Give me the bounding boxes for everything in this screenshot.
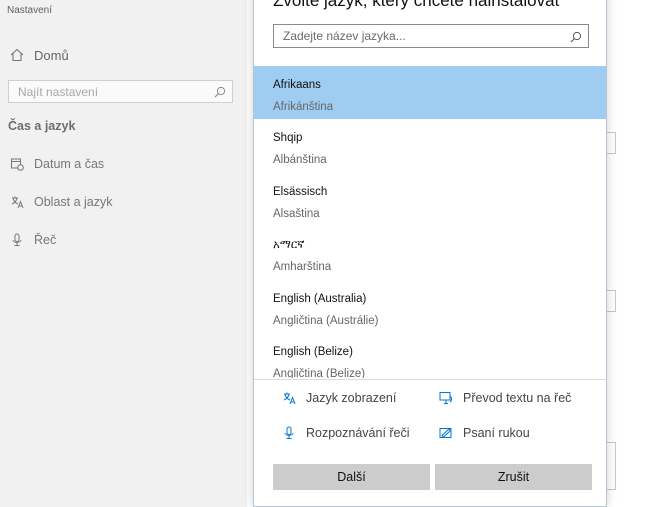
nav-home-label: Domů [34,47,69,63]
sidebar-item-datum-a-cas[interactable]: Datum a čas [8,154,104,174]
settings-search-input[interactable] [9,81,199,102]
language-czech-name: Albánština [273,154,327,167]
divider [254,379,606,380]
feature-display-language: Jazyk zobrazení [281,390,396,406]
microphone-icon [281,425,297,441]
settings-search[interactable] [8,80,233,103]
next-button[interactable]: Další [273,464,430,490]
search-icon [214,85,226,103]
feature-label: Rozpoznávání řeči [306,426,410,440]
language-icon [281,390,297,406]
language-native-name: Shqip [273,132,303,145]
language-native-name: Elsässisch [273,185,328,198]
feature-speech-recognition: Rozpoznávání řeči [281,425,410,441]
language-search[interactable] [273,24,589,48]
language-czech-name: Afrikánština [273,101,334,113]
language-czech-name: Alsaština [273,207,320,220]
sidebar-item-oblast-a-jazyk[interactable]: Oblast a jazyk [8,192,113,212]
handwriting-icon [438,425,454,441]
calendar-clock-icon [8,156,26,172]
section-title: Čas a jazyk [8,119,76,133]
language-item-english-australia[interactable]: English (Australia) Angličtina (Austráli… [254,280,606,333]
feature-label: Převod textu na řeč [463,391,572,405]
cancel-button[interactable]: Zrušit [435,464,592,490]
language-item-english-belize[interactable]: English (Belize) Angličtina (Belize) [254,333,606,378]
nav-home[interactable]: Domů [8,45,69,65]
sidebar-item-label: Řeč [34,233,57,247]
microphone-icon [8,232,26,248]
language-item-afrikaans[interactable]: Afrikaans Afrikánština [254,66,606,120]
language-czech-name: Amharština [273,261,332,274]
language-item-elsassisch[interactable]: Elsässisch Alsaština [254,173,606,226]
language-icon [8,194,26,210]
feature-label: Psaní rukou [463,426,530,440]
settings-sidebar: Nastavení Domů Čas a jazyk Datum a čas O… [0,0,247,507]
language-item-shqip[interactable]: Shqip Albánština [254,119,606,172]
language-czech-name: Angličtina (Belize) [273,367,366,378]
feature-label: Jazyk zobrazení [306,391,397,405]
sidebar-item-rec[interactable]: Řeč [8,230,56,250]
text-to-speech-icon [438,390,454,406]
home-icon [8,47,26,63]
search-icon [570,30,582,48]
language-czech-name: Angličtina (Austrálie) [273,314,379,327]
language-native-name: አማርኛ [273,239,305,252]
language-list[interactable]: Afrikaans Afrikánština Shqip Albánština … [254,66,606,378]
language-search-input[interactable] [274,25,554,47]
dialog-title: Zvolte jazyk, který chcete nainstalovat [273,0,560,10]
language-native-name: English (Belize) [273,345,353,358]
feature-handwriting: Psaní rukou [438,425,530,441]
feature-text-to-speech: Převod textu na řeč [438,390,571,406]
sidebar-item-label: Oblast a jazyk [34,195,113,209]
app-title: Nastavení [7,5,53,16]
language-item-amharic[interactable]: አማርኛ Amharština [254,226,606,279]
install-language-dialog: Zvolte jazyk, který chcete nainstalovat … [253,0,607,507]
language-native-name: Afrikaans [273,79,321,91]
sidebar-item-label: Datum a čas [34,157,105,171]
language-native-name: English (Australia) [273,292,367,305]
